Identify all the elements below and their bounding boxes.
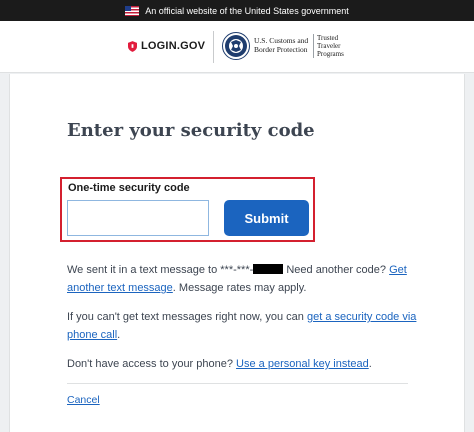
us-flag-icon: [125, 5, 140, 16]
divider: [67, 383, 408, 384]
gov-banner: An official website of the United States…: [0, 0, 474, 21]
login-gov-logo-text: LOGIN.GOV: [141, 40, 206, 52]
agency-name: U.S. Customs and Border Protection: [254, 36, 309, 54]
gov-banner-text: An official website of the United States…: [145, 5, 349, 16]
dhs-seal-icon: [222, 32, 250, 60]
login-shield-icon: [128, 40, 137, 52]
header-divider: [213, 31, 214, 63]
header-divider-small: [313, 34, 314, 58]
cancel-link[interactable]: Cancel: [67, 394, 100, 406]
personal-key-message: Don't have access to your phone? Use a p…: [67, 358, 372, 370]
code-field-label: One-time security code: [68, 182, 190, 194]
masked-phone-digits: [253, 264, 284, 274]
program-name: Trusted Traveler Programs: [317, 34, 344, 59]
security-code-input[interactable]: [67, 200, 209, 236]
phone-call-message: If you can't get text messages right now…: [67, 311, 417, 341]
site-header: LOGIN.GOV U.S. Customs and Border Protec…: [0, 21, 474, 73]
sms-message: We sent it in a text message to ***-***-…: [67, 264, 407, 294]
login-gov-logo[interactable]: LOGIN.GOV: [128, 40, 205, 52]
submit-button[interactable]: Submit: [224, 200, 309, 236]
page-title: Enter your security code: [67, 120, 315, 141]
personal-key-link[interactable]: Use a personal key instead: [236, 358, 369, 370]
